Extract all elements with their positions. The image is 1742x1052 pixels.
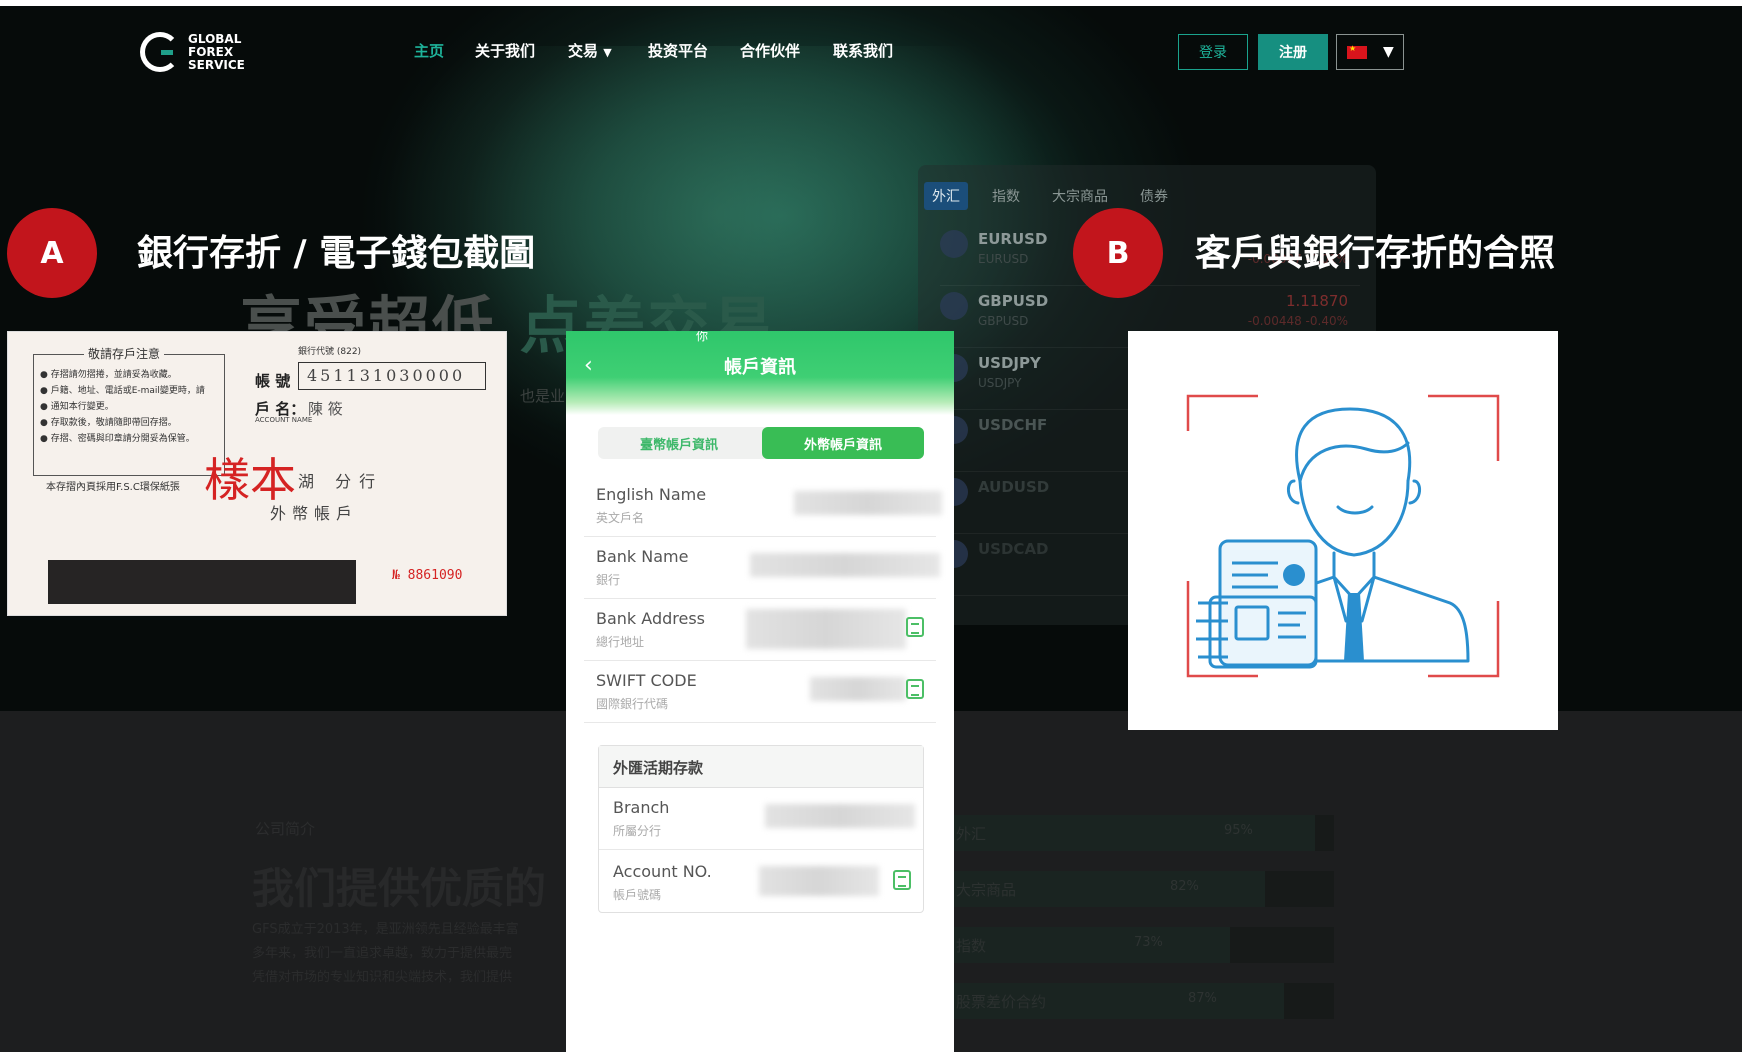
nav-partners[interactable]: 合作伙伴 [740,40,800,61]
sample-stamp: 樣本 [204,453,296,507]
bank-code: 銀行代號 (822) [298,347,362,357]
name-value: 陳 筱 [308,400,343,418]
nav-contact[interactable]: 联系我们 [833,40,893,61]
language-selector[interactable]: ▼ [1336,34,1404,70]
copy-icon[interactable] [906,679,924,699]
section-title: 我们提供优质的 [252,864,547,913]
tab-commodities[interactable]: 大宗商品 [1044,182,1116,210]
phone-title: 帳戶資訊 [724,357,796,378]
english-name-row: English Name 英文戶名 [584,475,942,537]
register-button[interactable]: 注册 [1258,34,1328,70]
badge-b: B [1073,208,1163,298]
redacted-value [759,866,879,896]
progress-bar-cfd: 股票差价合约 87% [950,983,1334,1019]
flag-icon [940,230,968,258]
redacted-value [765,804,915,828]
swift-code-row: SWIFT CODE 國際銀行代碼 [584,661,936,723]
progress-bar-indices: 指数 73% [950,927,1334,963]
section-label: 公司简介 [255,820,316,838]
account-number: 451131030000 [298,362,486,390]
redacted-value [794,491,942,515]
redacted-value [750,553,940,577]
login-button[interactable]: 登录 [1178,34,1248,70]
copy-icon[interactable] [906,617,924,637]
nav-home[interactable]: 主页 [414,40,444,61]
serial-number: № 8861090 [392,568,463,583]
account-number-row: Account NO. 帳戶號碼 [599,852,923,914]
account-label: 帳 號 [255,372,291,390]
bank-address-row: Bank Address 總行地址 [584,599,936,661]
caption-b: 客戶與銀行存折的合照 [1195,233,1556,274]
fsc-note: 本存摺內頁採用F.S.C環保紙張 [46,482,180,493]
bank-name-row: Bank Name 銀行 [584,537,940,599]
hero-subtitle: 也是业 [520,387,566,405]
tab-twd-account[interactable]: 臺幣帳戶資訊 [598,427,760,459]
progress-bar-forex: 外汇 95% [950,815,1334,851]
account-type-switch: 臺幣帳戶資訊 外幣帳戶資訊 [598,427,924,459]
tab-fx-account[interactable]: 外幣帳戶資訊 [762,427,924,459]
redaction-bar [48,560,356,604]
chevron-down-icon: ▼ [603,46,612,59]
nav-trade[interactable]: 交易 ▼ [568,40,612,61]
branch-row: Branch 所屬分行 [599,788,923,850]
nav-about[interactable]: 关于我们 [475,40,535,61]
section-paragraph: GFS成立于2013年，是亚洲领先且经验最丰富 多年来，我们一直追求卓越，致力于… [252,922,519,985]
passbook-photo: 敬請存戶注意 存摺請勿摺捲，並請妥為收藏。 戶籍、地址、電話或E-mail變更時… [7,331,507,616]
copy-icon[interactable] [893,870,911,890]
caption-a: 銀行存折 / 電子錢包截圖 [137,233,536,274]
person-holding-id-icon [1186,394,1500,678]
screenshot-stage: 享受超低 点差交易 也是业 GLOBAL FOREX SERVICE 主页 关于… [0,0,1742,1052]
flag-icon [940,292,968,320]
caret-down-icon: ▼ [1383,44,1394,60]
fx-demand-deposit-card: 外匯活期存款 Branch 所屬分行 Account NO. 帳戶號碼 [598,745,924,913]
logo[interactable]: GLOBAL FOREX SERVICE [140,32,245,72]
china-flag-icon [1347,44,1367,59]
progress-bar-commodities: 大宗商品 82% [950,871,1334,907]
tab-bonds[interactable]: 债券 [1132,182,1176,210]
badge-a: A [7,208,97,298]
redacted-value [746,609,906,649]
phone-screenshot: 你 ‹ 帳戶資訊 臺幣帳戶資訊 外幣帳戶資訊 English Name 英文戶名 … [566,331,954,1052]
redacted-value [810,677,906,701]
tab-forex[interactable]: 外汇 [924,182,968,210]
quote-tabs: 外汇 指数 大宗商品 债券 [924,182,1176,210]
logo-mark-icon [140,32,180,72]
branch-name: 湖 分行 [298,472,384,491]
id-selfie-illustration [1128,331,1558,730]
passbook-notice: 敬請存戶注意 存摺請勿摺捲，並請妥為收藏。 戶籍、地址、電話或E-mail變更時… [33,345,225,476]
nav-platform[interactable]: 投资平台 [648,40,708,61]
account-name-en: ACCOUNT NAME [255,416,313,424]
tab-indices[interactable]: 指数 [984,182,1028,210]
